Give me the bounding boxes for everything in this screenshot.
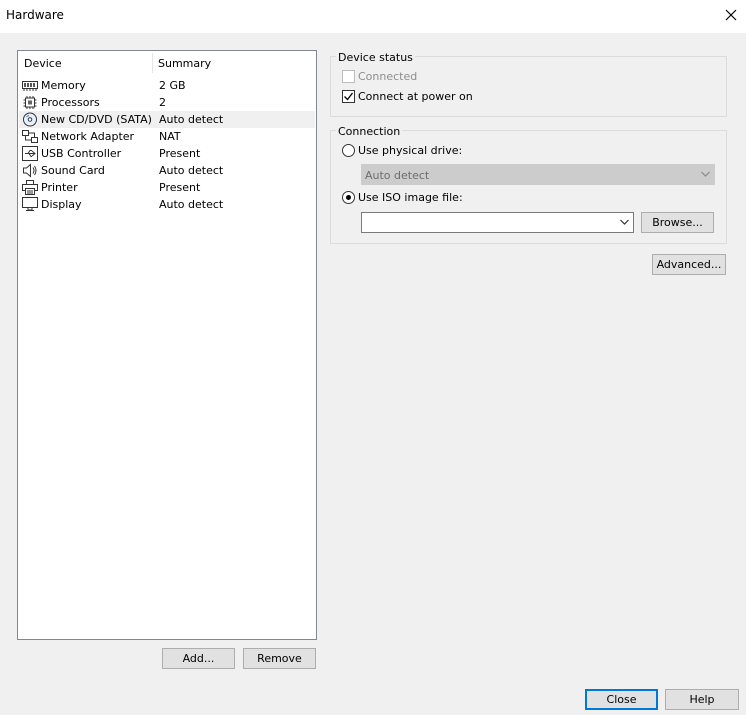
device-name: Sound Card <box>41 164 105 177</box>
device-name: Network Adapter <box>41 130 135 143</box>
device-summary: Present <box>159 147 201 160</box>
physical-drive-select[interactable]: Auto detect <box>361 164 715 185</box>
connected-checkbox[interactable] <box>342 70 355 83</box>
device-summary: Auto detect <box>159 113 224 126</box>
checkmark-icon <box>344 92 354 101</box>
window-title: Hardware <box>6 8 64 22</box>
device-row-processors[interactable]: Processors 2 <box>19 94 315 111</box>
device-summary: Auto detect <box>159 198 224 211</box>
column-header-device[interactable]: Device <box>24 57 62 70</box>
chevron-down-icon <box>701 171 710 177</box>
device-row-memory[interactable]: Memory 2 GB <box>19 77 315 94</box>
speaker-icon <box>23 163 37 178</box>
monitor-icon <box>22 197 38 211</box>
device-list[interactable]: Device Summary Memory 2 GB Processors 2 <box>17 50 317 640</box>
device-status-label: Device status <box>336 51 415 64</box>
network-adapter-icon <box>22 130 38 143</box>
connect-at-power-on-checkbox[interactable] <box>342 90 355 103</box>
iso-path-combo[interactable] <box>361 212 634 233</box>
device-name: Processors <box>41 96 100 109</box>
add-button[interactable]: Add... <box>162 648 235 669</box>
memory-icon <box>22 81 38 91</box>
device-name: USB Controller <box>41 147 122 160</box>
column-header-summary[interactable]: Summary <box>158 57 211 70</box>
device-summary: 2 <box>159 96 166 109</box>
help-button[interactable]: Help <box>665 689 739 710</box>
device-summary: NAT <box>159 130 181 143</box>
use-physical-drive-radio[interactable] <box>342 144 355 157</box>
dialog-footer: Close Help <box>0 680 746 715</box>
close-button[interactable]: Close <box>585 689 658 710</box>
list-header: Device Summary <box>18 51 316 75</box>
connection-label: Connection <box>336 125 403 138</box>
column-separator[interactable] <box>152 53 153 73</box>
device-summary: 2 GB <box>159 79 186 92</box>
device-name: Display <box>41 198 82 211</box>
device-row-usb-controller[interactable]: USB Controller Present <box>19 145 315 162</box>
use-iso-image-label: Use ISO image file: <box>358 191 463 204</box>
printer-icon <box>22 180 38 195</box>
browse-button[interactable]: Browse... <box>641 212 714 233</box>
close-icon[interactable] <box>722 6 740 24</box>
advanced-button[interactable]: Advanced... <box>652 254 726 275</box>
remove-button[interactable]: Remove <box>243 648 316 669</box>
connected-label: Connected <box>358 70 418 83</box>
device-row-display[interactable]: Display Auto detect <box>19 196 315 213</box>
title-bar: Hardware <box>0 0 746 33</box>
dialog-body: Device Summary Memory 2 GB Processors 2 <box>4 40 742 680</box>
device-row-network-adapter[interactable]: Network Adapter NAT <box>19 128 315 145</box>
connect-at-power-on-label: Connect at power on <box>358 90 473 103</box>
processor-icon <box>23 96 37 109</box>
use-iso-image-radio[interactable] <box>342 191 355 204</box>
usb-icon <box>22 146 38 161</box>
device-row-printer[interactable]: Printer Present <box>19 179 315 196</box>
device-row-cd-dvd[interactable]: New CD/DVD (SATA) Auto detect <box>19 111 315 128</box>
use-physical-drive-label: Use physical drive: <box>358 144 463 157</box>
device-summary: Auto detect <box>159 164 224 177</box>
device-name: Memory <box>41 79 86 92</box>
cd-dvd-icon <box>23 112 37 127</box>
device-row-sound-card[interactable]: Sound Card Auto detect <box>19 162 315 179</box>
device-summary: Present <box>159 181 201 194</box>
device-name: New CD/DVD (SATA) <box>41 113 152 126</box>
physical-drive-value: Auto detect <box>365 169 430 182</box>
device-name: Printer <box>41 181 78 194</box>
chevron-down-icon[interactable] <box>620 219 629 226</box>
